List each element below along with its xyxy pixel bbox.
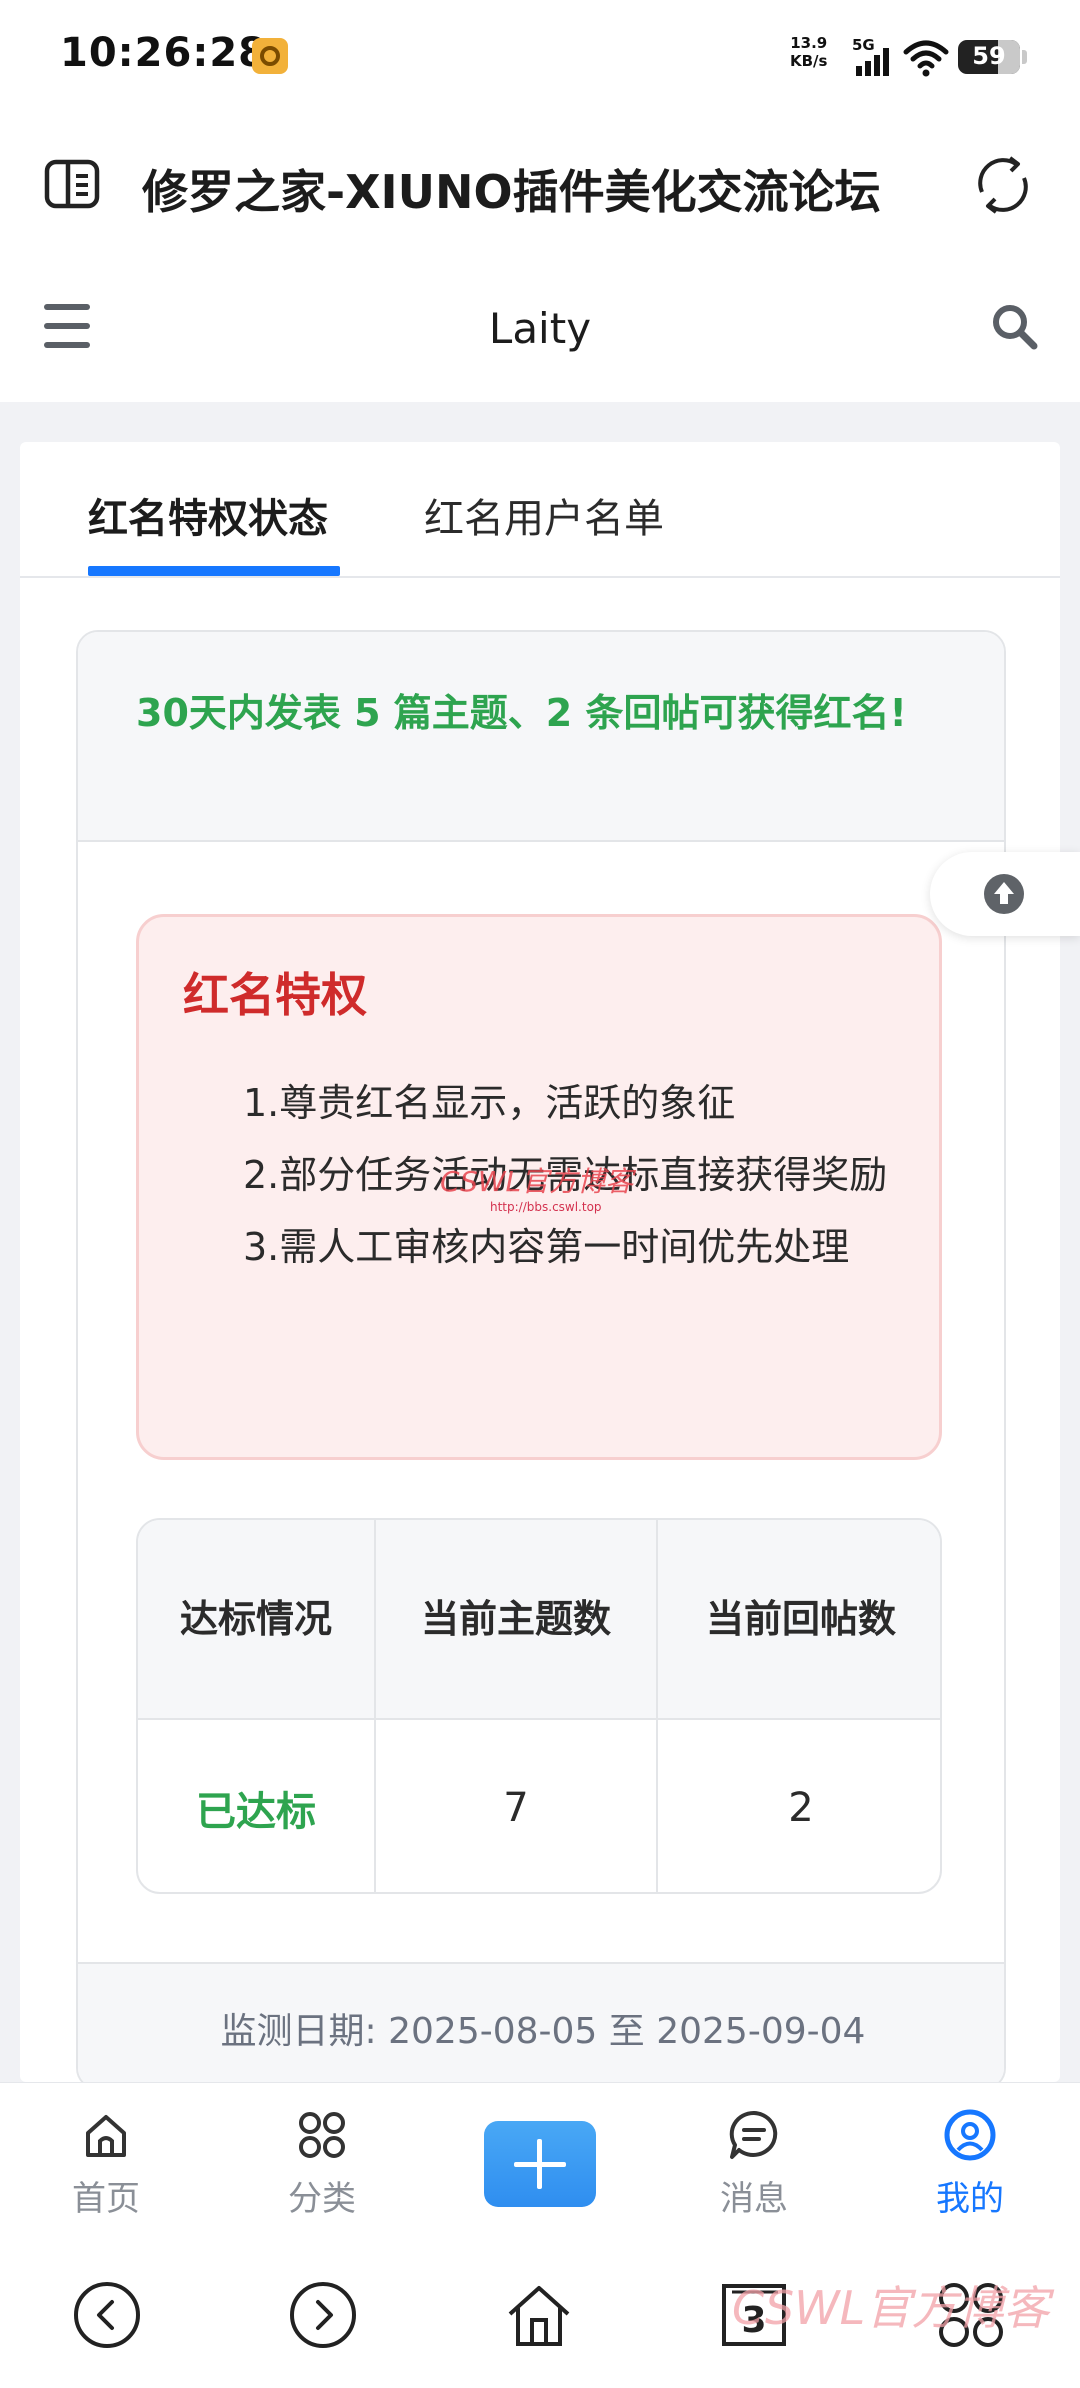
nav-home[interactable]: 首页 — [46, 2107, 166, 2220]
header-cell: 当前主题数 — [420, 1597, 611, 1641]
requirement-notice: 30天内发表 5 篇主题、2 条回帖可获得红名! — [136, 691, 907, 735]
panel-header: 30天内发表 5 篇主题、2 条回帖可获得红名! — [78, 632, 1004, 842]
new-post-button[interactable] — [484, 2121, 596, 2207]
tab-red-name-list[interactable]: 红名用户名单 — [424, 486, 664, 544]
nav-category[interactable]: 分类 — [262, 2107, 382, 2220]
tab-red-name-status[interactable]: 红名特权状态 — [88, 486, 328, 544]
watermark-bottom: CSWL官方博客 — [732, 2281, 1050, 2335]
user-icon — [944, 2109, 996, 2161]
forward-icon[interactable] — [288, 2280, 358, 2350]
tab-bar: 红名特权状态 红名用户名单 — [20, 442, 1060, 578]
signal-icon: 5G — [852, 36, 889, 76]
main-card: 红名特权状态 红名用户名单 30天内发表 5 篇主题、2 条回帖可获得红名! 红… — [20, 442, 1060, 2090]
privilege-item: 3.需人工审核内容第一时间优先处理 — [243, 1225, 850, 1269]
arrow-up-icon — [984, 874, 1024, 914]
refresh-icon[interactable] — [970, 152, 1036, 218]
search-icon[interactable] — [990, 302, 1040, 352]
back-icon[interactable] — [72, 2280, 142, 2350]
message-icon — [729, 2110, 778, 2159]
status-time: 10:26:28 — [60, 30, 267, 76]
privilege-item: 1.尊贵红名显示，活跃的象征 — [243, 1081, 736, 1125]
status-bar: 10:26:28 13.9 KB/s 5G 59 — [0, 0, 1080, 116]
stats-table-header: 达标情况 当前主题数 当前回帖数 — [138, 1520, 940, 1720]
nav-messages[interactable]: 消息 — [694, 2107, 814, 2220]
site-title: Laity — [488, 304, 592, 353]
privilege-title: 红名特权 — [183, 968, 367, 1022]
home-icon — [86, 2115, 126, 2157]
title-bar: 修罗之家-XIUNO插件美化交流论坛 — [0, 116, 1080, 256]
header-cell: 达标情况 — [179, 1597, 332, 1641]
header-cell: 当前回帖数 — [705, 1597, 896, 1641]
sidebar-toggle-icon[interactable] — [44, 156, 100, 212]
panel-footer: 监测日期: 2025-08-05 至 2025-09-04 — [78, 1962, 1004, 2088]
app-notification-icon — [252, 38, 288, 74]
back-to-top-button[interactable] — [930, 852, 1080, 936]
bottom-nav: 首页 分类 消息 我的 — [0, 2082, 1080, 2250]
grid-icon — [299, 2112, 345, 2158]
status-value: 已达标 — [196, 1789, 316, 1835]
net-speed: 13.9 KB/s — [790, 34, 828, 70]
home-button-icon[interactable] — [504, 2280, 574, 2350]
wifi-icon — [903, 40, 949, 77]
svg-text:5G: 5G — [852, 36, 875, 54]
reply-count-value: 2 — [788, 1785, 814, 1831]
stats-table: 达标情况 当前主题数 当前回帖数 已达标 7 2 — [136, 1518, 942, 1894]
nav-me[interactable]: 我的 — [910, 2107, 1030, 2220]
monitor-period: 监测日期: 2025-08-05 至 2025-09-04 — [220, 2011, 866, 2052]
battery-icon: 59 — [958, 40, 1020, 74]
topic-count-value: 7 — [503, 1785, 529, 1831]
active-tab-indicator — [88, 566, 340, 576]
status-panel: 30天内发表 5 篇主题、2 条回帖可获得红名! 红名特权 1.尊贵红名显示，活… — [76, 630, 1006, 2090]
window-title: 修罗之家-XIUNO插件美化交流论坛 — [142, 165, 881, 219]
watermark: CSWL官方博客 http://bbs.cswl.top — [440, 1165, 634, 1214]
stats-table-row: 已达标 7 2 — [138, 1720, 940, 1892]
app-header: Laity — [0, 256, 1080, 402]
